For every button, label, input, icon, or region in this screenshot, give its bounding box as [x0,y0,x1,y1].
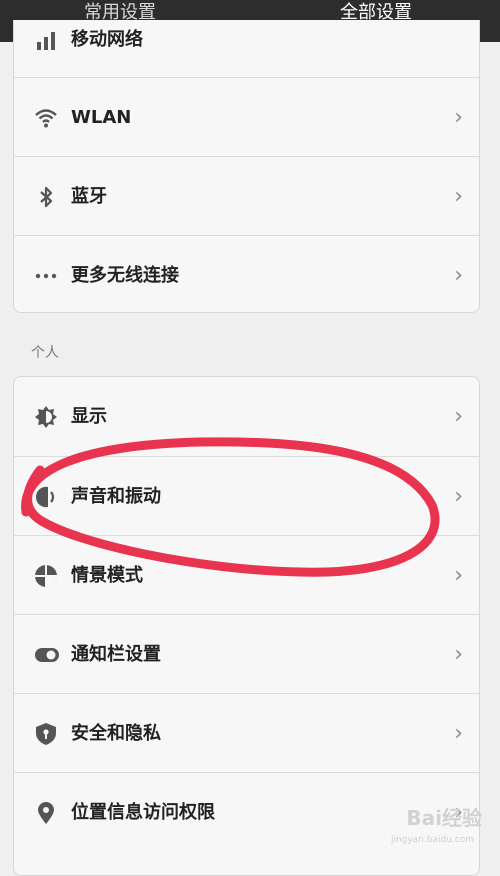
list-item-display[interactable]: 显示 › [14,377,479,456]
chevron-right-icon: › [454,642,463,667]
chevron-right-icon: › [454,721,463,746]
section-title-personal: 个人 [31,345,59,361]
chevron-right-icon: › [454,105,463,130]
bluetooth-icon [34,185,58,209]
list-item-wlan[interactable]: WLAN › [14,77,479,156]
list-item-profile-mode[interactable]: 情景模式 › [14,535,479,614]
baidu-watermark-url: jingyan.baidu.com [390,835,474,845]
shield-lock-icon [34,722,58,746]
list-item-label: 更多无线连接 [71,265,179,286]
personal-settings-card: 显示 › 声音和振动 › 情景模式 › 通知栏设置 › 安全和隐私 › 位置信息… [13,376,480,876]
brightness-icon [34,405,58,429]
list-item-label: WLAN [71,107,132,128]
chevron-right-icon: › [454,404,463,429]
wifi-icon [34,106,58,130]
chevron-right-icon: › [454,484,463,509]
list-item-security-privacy[interactable]: 安全和隐私 › [14,693,479,772]
list-item-label: 蓝牙 [71,186,107,207]
profile-mode-icon [34,564,58,588]
list-item-label: 移动网络 [71,29,143,50]
list-item-notification-bar[interactable]: 通知栏设置 › [14,614,479,693]
chevron-right-icon: › [454,263,463,288]
list-item-label: 声音和振动 [71,486,161,507]
list-item-mobile-network[interactable]: 移动网络 [14,20,479,79]
speaker-icon [34,485,58,509]
more-dots-icon [34,264,58,288]
location-pin-icon [34,801,58,825]
list-item-label: 通知栏设置 [71,644,161,665]
list-item-label: 位置信息访问权限 [71,802,215,823]
toggle-icon [34,643,59,667]
list-item-label: 安全和隐私 [71,723,161,744]
list-item-label: 情景模式 [71,565,143,586]
wireless-settings-card: 移动网络 WLAN › 蓝牙 › 更多无线连接 › [13,20,480,313]
chevron-right-icon: › [454,563,463,588]
list-item-sound-vibration[interactable]: 声音和振动 › [14,456,479,535]
list-item-label: 显示 [71,406,107,427]
list-item-bluetooth[interactable]: 蓝牙 › [14,156,479,235]
list-item-more-wireless[interactable]: 更多无线连接 › [14,235,479,312]
baidu-watermark: Bai经验 [406,806,482,830]
signal-icon [34,28,58,52]
chevron-right-icon: › [454,184,463,209]
